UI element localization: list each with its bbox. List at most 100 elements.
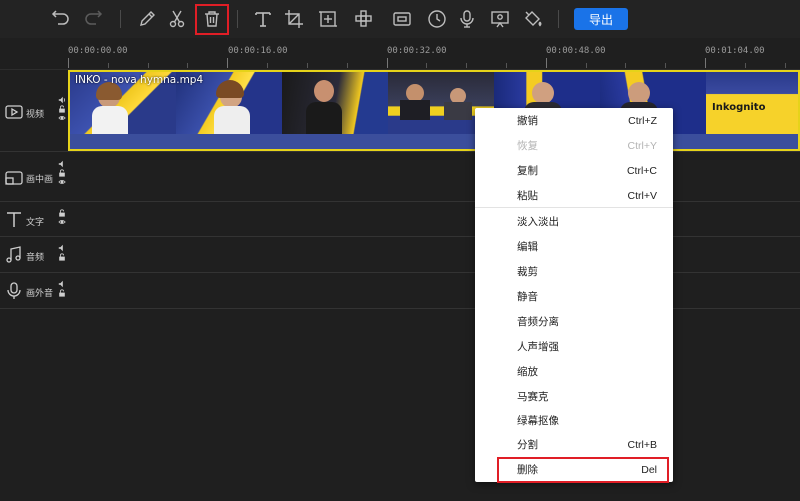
menu-item-label: 音频分离: [517, 316, 559, 328]
ruler-major-tick: [545, 58, 547, 68]
redo-icon[interactable]: [80, 6, 106, 32]
ruler-minor-tick: [147, 63, 149, 68]
add-frame-icon[interactable]: [315, 6, 341, 32]
speaker-icon[interactable]: [58, 280, 66, 288]
ruler-minor-tick: [466, 63, 468, 68]
ruler-major-tick: [705, 58, 706, 68]
speaker-icon[interactable]: [58, 96, 66, 104]
context-menu-item[interactable]: 裁剪: [475, 259, 673, 284]
toolbar-separator: [558, 10, 559, 28]
lock-icon[interactable]: [58, 289, 66, 297]
lock-icon[interactable]: [58, 105, 66, 113]
track-controls: [58, 209, 66, 226]
track-label-audio: 音频: [26, 253, 45, 263]
context-menu-item[interactable]: 淡入淡出: [475, 209, 673, 234]
context-menu-item[interactable]: 绿幕抠像: [475, 408, 673, 433]
crop-icon[interactable]: [281, 6, 307, 32]
context-menu-item[interactable]: 编辑: [475, 234, 673, 259]
context-menu: 撤销 Ctrl+Z 恢复 Ctrl+Y 复制 Ctrl+C 粘贴 Ctrl+V 淡入淡出编辑裁剪…: [475, 108, 673, 483]
menu-item-label: 编辑: [517, 241, 538, 253]
track-controls: [58, 244, 66, 261]
music-track-icon: [6, 246, 21, 263]
ruler-minor-tick: [625, 63, 627, 68]
menu-item-label: 静音: [517, 291, 538, 303]
clock-icon[interactable]: [424, 6, 450, 32]
lock-icon[interactable]: [58, 169, 66, 177]
ruler-minor-tick: [426, 63, 428, 68]
scissors-icon[interactable]: [164, 6, 190, 32]
video-track-icon: [5, 105, 23, 119]
video-clip[interactable]: INKO - nova hymna.mp4 Inkognito: [68, 70, 800, 151]
context-menu-item[interactable]: 撤销 Ctrl+Z: [475, 108, 673, 133]
toolbar: 导出: [0, 0, 800, 38]
ruler-minor-tick: [585, 63, 587, 68]
toolbar-separator: [237, 10, 238, 28]
clip-thumbnail: Inkognito: [706, 72, 798, 134]
context-menu-item[interactable]: 人声增强: [475, 334, 673, 359]
clip-title: INKO - nova hymna.mp4: [75, 74, 204, 86]
trash-highlight-box: [195, 4, 229, 35]
export-button[interactable]: 导出: [574, 8, 628, 30]
context-menu-item[interactable]: 缩放: [475, 359, 673, 384]
ruler-minor-tick: [346, 63, 348, 68]
track-row-pip: 画中画: [0, 152, 800, 202]
ruler-tick-label: 00:00:16.00: [228, 46, 288, 56]
ruler-major-tick: [68, 58, 69, 68]
menu-item-shortcut: Del: [641, 463, 657, 476]
toolbar-separator: [120, 10, 121, 28]
screen-share-icon[interactable]: [487, 6, 513, 32]
track-label-video: 视频: [26, 110, 45, 120]
lock-icon[interactable]: [58, 253, 66, 261]
menu-item-label: 缩放: [517, 366, 538, 378]
ruler-tick-label: 00:00:32.00: [387, 46, 447, 56]
track-controls: [58, 96, 66, 122]
record-screen-icon[interactable]: [389, 6, 415, 32]
pen-icon[interactable]: [134, 6, 160, 32]
track-row-voiceover: 画外音: [0, 273, 800, 309]
speaker-icon[interactable]: [58, 160, 66, 168]
ruler-major-tick: [227, 58, 229, 68]
paint-bucket-icon[interactable]: [520, 6, 546, 32]
track-controls: [58, 280, 66, 297]
timeline-ruler[interactable]: 00:00:00.00 00:00:16.00 00:00:32.00 00:0…: [0, 38, 800, 70]
context-menu-item[interactable]: 复制 Ctrl+C: [475, 158, 673, 183]
context-menu-item: 恢复 Ctrl+Y: [475, 133, 673, 158]
ruler-major-tick: [386, 58, 388, 68]
ruler-minor-tick: [267, 63, 269, 68]
menu-item-label: 分割: [517, 439, 538, 451]
context-menu-item[interactable]: 粘贴 Ctrl+V: [475, 183, 673, 208]
eye-icon[interactable]: [58, 218, 66, 226]
menu-item-label: 人声增强: [517, 341, 559, 353]
context-menu-item[interactable]: 马赛克: [475, 384, 673, 409]
menu-item-label: 绿幕抠像: [517, 415, 559, 427]
mosaic-icon[interactable]: [351, 6, 377, 32]
menu-item-shortcut: Ctrl+Z: [628, 114, 657, 127]
menu-item-shortcut: Ctrl+C: [626, 164, 657, 177]
track-controls: [58, 160, 66, 186]
pip-track-icon: [5, 171, 23, 185]
track-label-pip: 画中画: [26, 175, 54, 185]
ruler-minor-tick: [187, 63, 189, 68]
menu-item-shortcut: Ctrl+V: [627, 189, 657, 202]
ruler-minor-tick: [744, 63, 746, 68]
menu-item-label: 粘贴: [517, 190, 538, 202]
context-menu-item[interactable]: 删除 Del: [475, 457, 673, 482]
speaker-icon[interactable]: [58, 244, 66, 252]
undo-icon[interactable]: [48, 6, 74, 32]
context-menu-item[interactable]: 音频分离: [475, 309, 673, 334]
track-row-audio: 音频: [0, 237, 800, 273]
context-menu-item[interactable]: 静音: [475, 284, 673, 309]
lock-icon[interactable]: [58, 209, 66, 217]
context-menu-item[interactable]: 分割 Ctrl+B: [475, 432, 673, 457]
text-icon[interactable]: [250, 6, 276, 32]
microphone-icon[interactable]: [454, 6, 480, 32]
voiceover-track-icon: [7, 282, 21, 299]
text-track-icon: [7, 212, 21, 227]
menu-item-shortcut: Ctrl+B: [627, 438, 657, 451]
eye-icon[interactable]: [58, 114, 66, 122]
menu-item-label: 复制: [517, 165, 538, 177]
menu-item-label: 裁剪: [517, 266, 538, 278]
eye-icon[interactable]: [58, 178, 66, 186]
track-label-text: 文字: [26, 218, 45, 228]
menu-item-label: 马赛克: [517, 391, 549, 403]
